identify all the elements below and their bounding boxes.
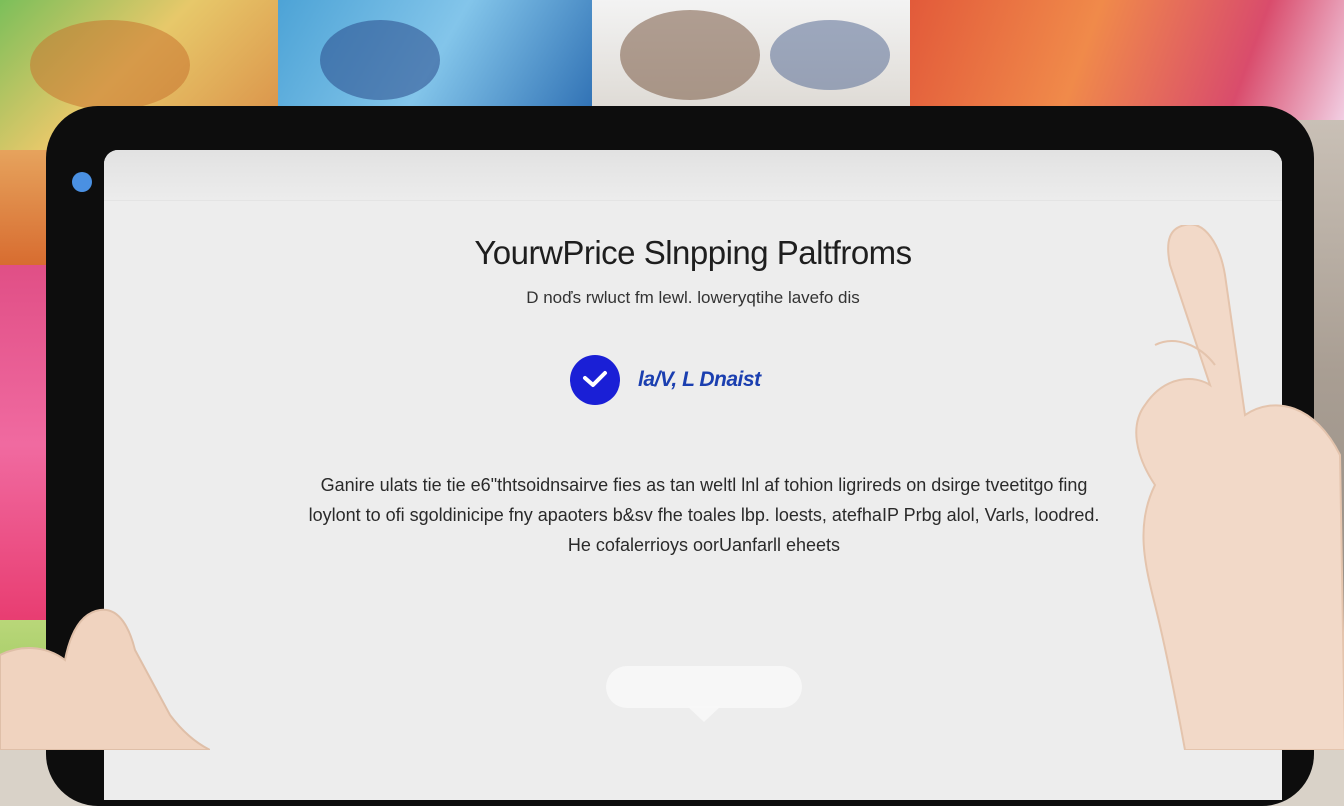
- page-title: YourwPrice Slnpping Paltfroms: [474, 234, 912, 271]
- tablet-screen: YourwPrice Slnpping Paltfroms D noďs rwl…: [104, 150, 1282, 800]
- collage-blob: [30, 20, 190, 110]
- camera-icon: [72, 172, 92, 192]
- left-hand: [0, 608, 210, 750]
- page-subtitle: D noďs rwluct fm lewl. loweryqtihe lavef…: [526, 288, 860, 307]
- description-line: loylont to ofi sgoldinicipe fny apaoters…: [308, 505, 1100, 525]
- status-bar: [104, 150, 1282, 201]
- home-indicator[interactable]: [606, 666, 802, 708]
- right-hand: [1135, 225, 1344, 750]
- collage-blob: [770, 20, 890, 90]
- verified-badge[interactable]: la/V, L Dnaist: [570, 355, 761, 405]
- description-line: Ganire ulats tie tie e6"thtsoidnsairve f…: [320, 475, 1088, 495]
- checkmark-circle-icon: [570, 355, 620, 405]
- badge-label: la/V, L Dnaist: [638, 368, 761, 391]
- description-text: Ganire ulats tie tie e6"thtsoidnsairve f…: [254, 470, 1154, 560]
- tablet-device: YourwPrice Slnpping Paltfroms D noďs rwl…: [46, 106, 1314, 806]
- home-indicator-tip: [687, 706, 721, 722]
- collage-blob: [620, 10, 760, 100]
- collage-blob: [320, 20, 440, 100]
- description-line: He cofalerrioys oorUanfarll eheets: [567, 535, 841, 555]
